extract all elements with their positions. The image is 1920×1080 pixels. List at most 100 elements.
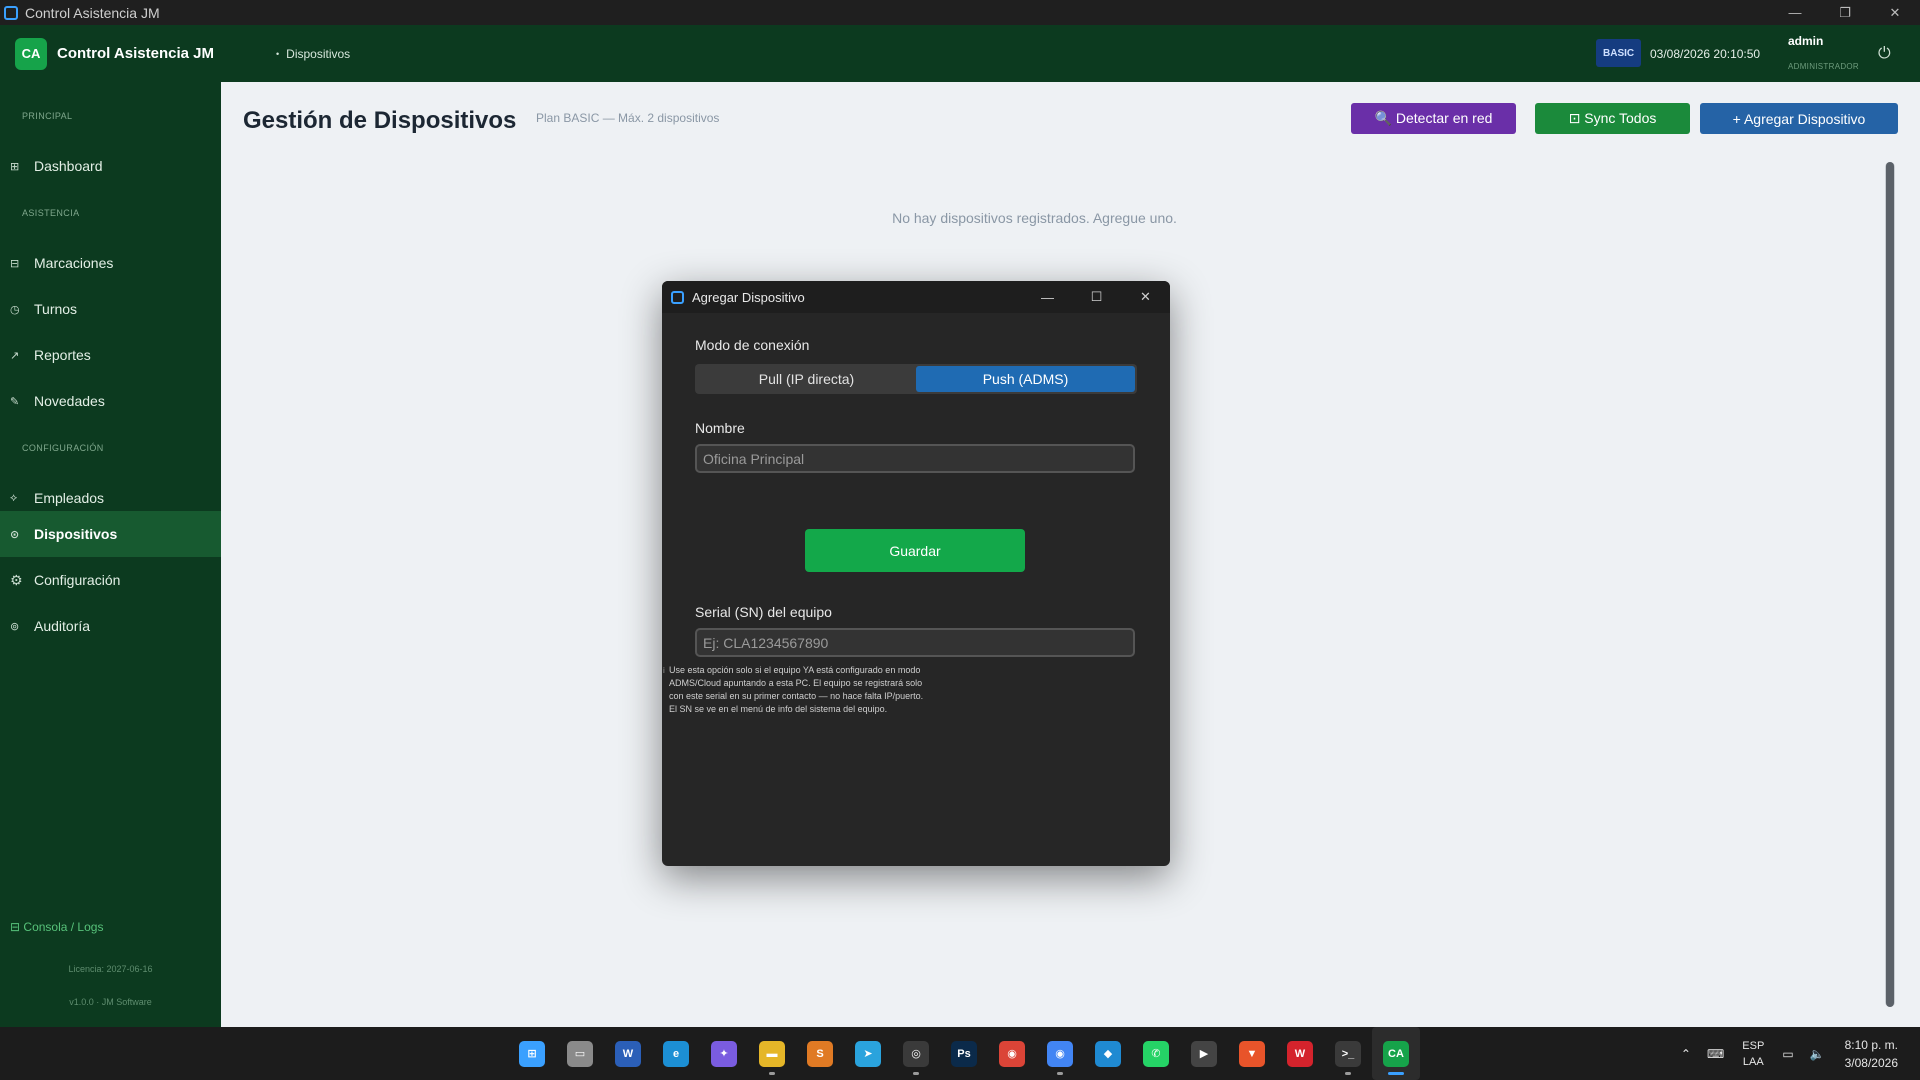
vscode-icon: ◆ (1095, 1040, 1121, 1067)
breadcrumb: Dispositivos (276, 47, 350, 61)
word-icon: W (615, 1040, 641, 1067)
brave-icon: ▼ (1239, 1040, 1265, 1067)
dashboard-icon: ⊞ (10, 160, 20, 173)
taskbar-obs-icon[interactable]: ◎ (892, 1027, 940, 1080)
page-title: Gestión de Dispositivos (243, 107, 517, 134)
add-device-dialog: Agregar Dispositivo — ☐ ✕ Modo de conexi… (662, 281, 1170, 866)
taskbar-start-icon[interactable]: ⊞ (508, 1027, 556, 1080)
taskbar-chrome-icon[interactable]: ◉ (988, 1027, 1036, 1080)
taskbar-apps: ⊞ ▭ We ✦ ▬ S ➤ ◎ Ps ◉ ◉ ◆ ✆ ▶ ▼ W >_ CA (508, 1027, 1420, 1080)
taskbar-whatsapp-icon[interactable]: ✆ (1132, 1027, 1180, 1080)
sidebar-item-label: Dispositivos (34, 526, 118, 542)
edit-icon: ✎ (10, 395, 20, 408)
control-asistencia-icon: CA (1383, 1040, 1409, 1067)
start-icon: ⊞ (519, 1040, 545, 1067)
chrome-icon: ◉ (999, 1040, 1025, 1067)
taskbar-explorer-icon[interactable]: ▬ (748, 1027, 796, 1080)
mode-pull-option[interactable]: Pull (IP directa) (697, 366, 916, 392)
sidebar-item-label: Reportes (34, 347, 91, 363)
whatsapp-icon: ✆ (1143, 1040, 1169, 1067)
plan-badge: BASIC (1596, 39, 1642, 67)
sidebar-item-turnos[interactable]: ◷ Turnos (0, 286, 221, 332)
language-indicator[interactable]: ESP LAA (1742, 1038, 1764, 1070)
serial-input[interactable]: Ej: CLA1234567890 (695, 628, 1135, 657)
network-icon[interactable]: ▭ (1782, 1047, 1793, 1061)
sidebar-item-label: Configuración (34, 572, 121, 588)
sidebar-item-configuracion[interactable]: ⚙ Configuración (0, 557, 221, 603)
window-close-button[interactable]: ✕ (1870, 0, 1920, 25)
sidebar-item-reportes[interactable]: ↗ Reportes (0, 332, 221, 378)
save-button[interactable]: Guardar (805, 529, 1025, 572)
taskbar-brave-icon[interactable]: ▼ (1228, 1027, 1276, 1080)
taskbar-telegram-icon[interactable]: ➤ (844, 1027, 892, 1080)
taskbar: ⊞ ▭ We ✦ ▬ S ➤ ◎ Ps ◉ ◉ ◆ ✆ ▶ ▼ W >_ CA ⌃ ⌨ ESP LAA ▭ 🔈 8… (0, 1027, 1920, 1080)
sidebar-item-dispositivos[interactable]: ⊙ Dispositivos (0, 511, 221, 557)
sync-all-button[interactable]: ⊡ Sync Todos (1535, 103, 1690, 134)
app-header: CA Control Asistencia JM Dispositivos BA… (0, 25, 1920, 82)
obs-icon: ◎ (903, 1040, 929, 1067)
window-restore-button[interactable]: ❐ (1820, 0, 1870, 25)
taskbar-clock[interactable]: 8:10 p. m. 3/08/2026 (1845, 1036, 1898, 1072)
mode-push-option[interactable]: Push (ADMS) (916, 366, 1135, 392)
scrollbar-thumb[interactable] (1886, 162, 1894, 1007)
user-info: admin ADMINISTRADOR (1788, 34, 1859, 71)
app-logo: CA (15, 37, 47, 70)
media-player-icon: ▶ (1191, 1040, 1217, 1067)
taskbar-control-asistencia-icon[interactable]: CA (1372, 1027, 1420, 1080)
sidebar-item-label: Turnos (34, 301, 78, 317)
taskbar-media-player-icon[interactable]: ▶ (1180, 1027, 1228, 1080)
keyboard-icon[interactable]: ⌨ (1707, 1047, 1724, 1061)
page-subtitle: Plan BASIC — Máx. 2 dispositivos (536, 111, 720, 125)
sidebar-item-dashboard[interactable]: ⊞ Dashboard (0, 143, 221, 189)
taskbar-wps-icon[interactable]: W (1276, 1027, 1324, 1080)
dialog-close-button[interactable]: ✕ (1121, 281, 1170, 313)
wps-icon: W (1287, 1040, 1313, 1067)
console-logs-link[interactable]: ⊟ Consola / Logs (10, 920, 103, 934)
serial-label: Serial (SN) del equipo (695, 604, 832, 620)
name-label: Nombre (695, 420, 745, 436)
taskbar-vscode-icon[interactable]: ◆ (1084, 1027, 1132, 1080)
add-device-button[interactable]: + Agregar Dispositivo (1700, 103, 1898, 134)
tray-chevron-icon[interactable]: ⌃ (1681, 1047, 1691, 1061)
running-indicator (769, 1072, 775, 1075)
connection-mode-label: Modo de conexión (695, 337, 810, 353)
taskbar-photoshop-icon[interactable]: Ps (940, 1027, 988, 1080)
serial-info-text: i Use esta opción solo si el equipo YA e… (663, 664, 963, 716)
power-icon[interactable]: ⏻ (1878, 45, 1891, 63)
sidebar-item-marcaciones[interactable]: ⊟ Marcaciones (0, 240, 221, 286)
sidebar-item-auditoria[interactable]: ⊚ Auditoría (0, 603, 221, 649)
sidebar-item-label: Dashboard (34, 158, 103, 174)
user-name: admin (1788, 34, 1824, 48)
empty-state-message: No hay dispositivos registrados. Agregue… (892, 210, 1177, 226)
volume-icon[interactable]: 🔈 (1810, 1047, 1825, 1061)
header-datetime: 03/08/2026 20:10:50 (1650, 46, 1761, 61)
explorer-icon: ▬ (759, 1040, 785, 1067)
main-scrollbar[interactable] (1885, 162, 1895, 1007)
connection-mode-toggle: Pull (IP directa) Push (ADMS) (695, 364, 1137, 394)
window-title: Control Asistencia JM (25, 4, 160, 21)
console-label: Consola / Logs (23, 920, 104, 934)
brand-name: Control Asistencia JM (57, 45, 214, 62)
section-title-configuracion: CONFIGURACIÓN (22, 443, 104, 453)
sidebar-item-novedades[interactable]: ✎ Novedades (0, 378, 221, 424)
name-input[interactable]: Oficina Principal (695, 444, 1135, 473)
taskbar-copilot-icon[interactable]: ✦ (700, 1027, 748, 1080)
taskbar-task-view-icon[interactable]: ▭ (556, 1027, 604, 1080)
taskbar-word-icon[interactable]: W (604, 1027, 652, 1080)
user-role: ADMINISTRADOR (1788, 62, 1860, 71)
taskbar-terminal-icon[interactable]: >_ (1324, 1027, 1372, 1080)
lang-layout: LAA (1742, 1055, 1764, 1068)
window-titlebar: Control Asistencia JM — ❐ ✕ (0, 0, 1920, 25)
running-indicator (913, 1072, 919, 1075)
detect-network-button[interactable]: 🔍 Detectar en red (1351, 103, 1516, 134)
dialog-minimize-button[interactable]: — (1023, 281, 1072, 313)
window-minimize-button[interactable]: — (1770, 0, 1820, 25)
taskbar-edge-icon[interactable]: e (652, 1027, 700, 1080)
dialog-maximize-button[interactable]: ☐ (1072, 281, 1121, 313)
dialog-titlebar: Agregar Dispositivo — ☐ ✕ (662, 281, 1170, 313)
telegram-icon: ➤ (855, 1040, 881, 1067)
taskbar-sublime-icon[interactable]: S (796, 1027, 844, 1080)
system-tray: ⌃ ⌨ ESP LAA ▭ 🔈 8:10 p. m. 3/08/2026 (1673, 1027, 1920, 1080)
clock-icon: ◷ (10, 303, 20, 316)
taskbar-chrome-profile-icon[interactable]: ◉ (1036, 1027, 1084, 1080)
